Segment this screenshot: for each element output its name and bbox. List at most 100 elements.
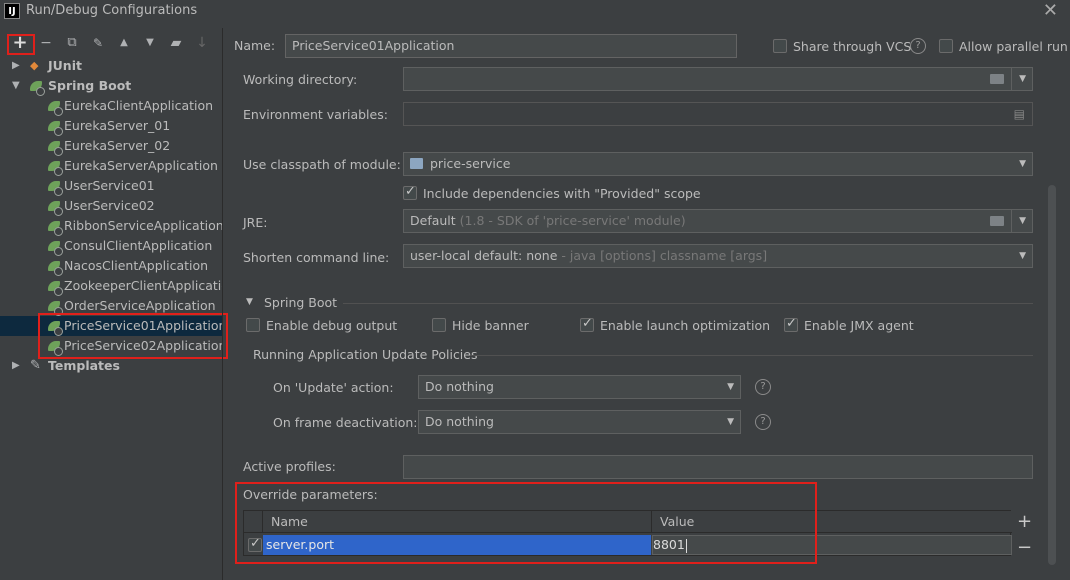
- spring-boot-section-title: Spring Boot: [264, 295, 338, 310]
- include-dependencies-checkbox[interactable]: [403, 184, 417, 200]
- tree-label: Spring Boot: [48, 78, 132, 93]
- tree-item[interactable]: EurekaServer_02: [0, 136, 222, 156]
- shorten-command-line-label: Shorten command line:: [243, 250, 390, 265]
- enable-debug-output-checkbox[interactable]: [246, 318, 260, 332]
- active-profiles-label: Active profiles:: [243, 459, 336, 474]
- help-icon[interactable]: ?: [910, 38, 926, 54]
- name-label: Name:: [234, 38, 276, 53]
- tree-node-templates[interactable]: ▶ ✎ Templates: [0, 356, 222, 376]
- collapse-arrow-icon[interactable]: ▼: [12, 76, 24, 96]
- spring-boot-icon: [48, 160, 63, 176]
- tree-item[interactable]: UserService01: [0, 176, 222, 196]
- add-button-highlight: [7, 34, 35, 55]
- enable-jmx-agent-checkbox[interactable]: [784, 316, 798, 332]
- tree-label: EurekaServerApplication: [64, 158, 218, 173]
- tree-item[interactable]: UserService02: [0, 196, 222, 216]
- close-icon[interactable]: ✕: [1043, 0, 1058, 21]
- module-icon: [410, 158, 423, 169]
- shorten-hint: - java [options] classname [args]: [561, 248, 768, 263]
- add-parameter-button[interactable]: +: [1017, 511, 1032, 532]
- spring-boot-icon: [30, 80, 45, 96]
- on-update-action-select[interactable]: Do nothing ▼: [418, 375, 741, 399]
- chevron-down-icon[interactable]: ▼: [1019, 153, 1026, 175]
- tree-label: UserService02: [64, 198, 155, 213]
- classpath-module-select[interactable]: price-service ▼: [403, 152, 1033, 176]
- price-service-items-highlight: [38, 313, 228, 359]
- on-frame-deactivation-select[interactable]: Do nothing ▼: [418, 410, 741, 434]
- chevron-down-icon[interactable]: ▼: [1019, 68, 1026, 90]
- tree-item[interactable]: EurekaClientApplication: [0, 96, 222, 116]
- tree-item[interactable]: EurekaServer_01: [0, 116, 222, 136]
- help-icon[interactable]: ?: [755, 379, 771, 395]
- chevron-down-icon[interactable]: ▼: [727, 411, 734, 433]
- spring-boot-icon: [48, 300, 63, 316]
- allow-parallel-label: Allow parallel run: [959, 39, 1068, 54]
- section-separator: [343, 303, 1033, 304]
- sort-button[interactable]: ↓: [192, 33, 212, 53]
- title-bar: IJ Run/Debug Configurations ✕: [0, 0, 1070, 22]
- spring-boot-icon: [48, 140, 63, 156]
- window-title: Run/Debug Configurations: [26, 3, 198, 18]
- shorten-value: user-local default: none: [410, 248, 558, 263]
- document-icon[interactable]: ▤: [1014, 103, 1025, 125]
- section-collapse-icon[interactable]: ▼: [246, 297, 253, 307]
- tree-item[interactable]: RibbonServiceApplication: [0, 216, 222, 236]
- new-folder-button[interactable]: ▰: [166, 33, 186, 53]
- expand-arrow-icon[interactable]: ▶: [12, 356, 24, 376]
- tree-label: Templates: [48, 358, 120, 373]
- remove-parameter-button[interactable]: −: [1017, 537, 1032, 558]
- jre-value: Default: [410, 213, 456, 228]
- expand-arrow-icon[interactable]: ▶: [12, 56, 24, 76]
- classpath-module-value: price-service: [430, 156, 511, 171]
- active-profiles-input[interactable]: [403, 455, 1033, 479]
- share-vcs-checkbox[interactable]: [773, 39, 787, 53]
- include-dependencies-label: Include dependencies with "Provided" sco…: [423, 186, 701, 201]
- override-parameters-highlight: [235, 482, 817, 564]
- move-up-button[interactable]: ▲: [114, 33, 134, 53]
- shorten-command-line-select[interactable]: user-local default: none - java [options…: [403, 244, 1033, 268]
- help-icon[interactable]: ?: [755, 414, 771, 430]
- wrench-icon: ✎: [30, 358, 41, 373]
- update-policies-title: Running Application Update Policies: [253, 347, 478, 362]
- jre-label: JRE:: [243, 215, 268, 230]
- jre-select[interactable]: Default (1.8 - SDK of 'price-service' mo…: [403, 209, 1033, 233]
- chevron-down-icon[interactable]: ▼: [1019, 210, 1026, 232]
- tree-item[interactable]: NacosClientApplication: [0, 256, 222, 276]
- edit-defaults-wrench-button[interactable]: ✎: [88, 33, 108, 53]
- on-frame-deactivation-label: On frame deactivation:: [273, 415, 418, 430]
- form-scrollbar[interactable]: [1048, 185, 1056, 565]
- tree-label: NacosClientApplication: [64, 258, 209, 273]
- environment-variables-input[interactable]: ▤: [403, 102, 1033, 126]
- spring-boot-icon: [48, 100, 63, 116]
- tree-node-spring-boot[interactable]: ▼ Spring Boot: [0, 76, 222, 96]
- chevron-down-icon[interactable]: ▼: [1019, 245, 1026, 267]
- hide-banner-checkbox[interactable]: [432, 318, 446, 332]
- working-directory-input[interactable]: ▼: [403, 67, 1033, 91]
- tree-label: ZookeeperClientApplication: [64, 278, 222, 293]
- allow-parallel-checkbox[interactable]: [939, 39, 953, 53]
- tree-label: EurekaServer_01: [64, 118, 171, 133]
- enable-debug-output-label: Enable debug output: [266, 318, 398, 333]
- tree-item[interactable]: EurekaServerApplication: [0, 156, 222, 176]
- field-separator: [1011, 210, 1012, 232]
- enable-launch-optimization-checkbox[interactable]: [580, 316, 594, 332]
- junit-icon: ◆: [30, 59, 39, 72]
- enable-launch-optimization-label: Enable launch optimization: [600, 318, 771, 333]
- copy-configuration-button[interactable]: ⧉: [62, 33, 82, 53]
- folder-icon[interactable]: [990, 216, 1004, 226]
- name-input[interactable]: PriceService01Application: [285, 34, 737, 58]
- tree-item[interactable]: ZookeeperClientApplication: [0, 276, 222, 296]
- tree-item[interactable]: ConsulClientApplication: [0, 236, 222, 256]
- move-down-button[interactable]: ▼: [140, 33, 160, 53]
- share-vcs-label: Share through VCS: [793, 39, 912, 54]
- folder-icon[interactable]: [990, 74, 1004, 84]
- chevron-down-icon[interactable]: ▼: [727, 376, 734, 398]
- field-separator: [1011, 68, 1012, 90]
- spring-boot-icon: [48, 280, 63, 296]
- intellij-app-icon: IJ: [4, 3, 20, 19]
- tree-node-junit[interactable]: ▶ ◆ JUnit: [0, 56, 222, 76]
- tree-label: EurekaServer_02: [64, 138, 171, 153]
- remove-configuration-button[interactable]: −: [36, 33, 56, 53]
- jre-hint: (1.8 - SDK of 'price-service' module): [459, 213, 686, 228]
- section-separator: [470, 355, 1033, 356]
